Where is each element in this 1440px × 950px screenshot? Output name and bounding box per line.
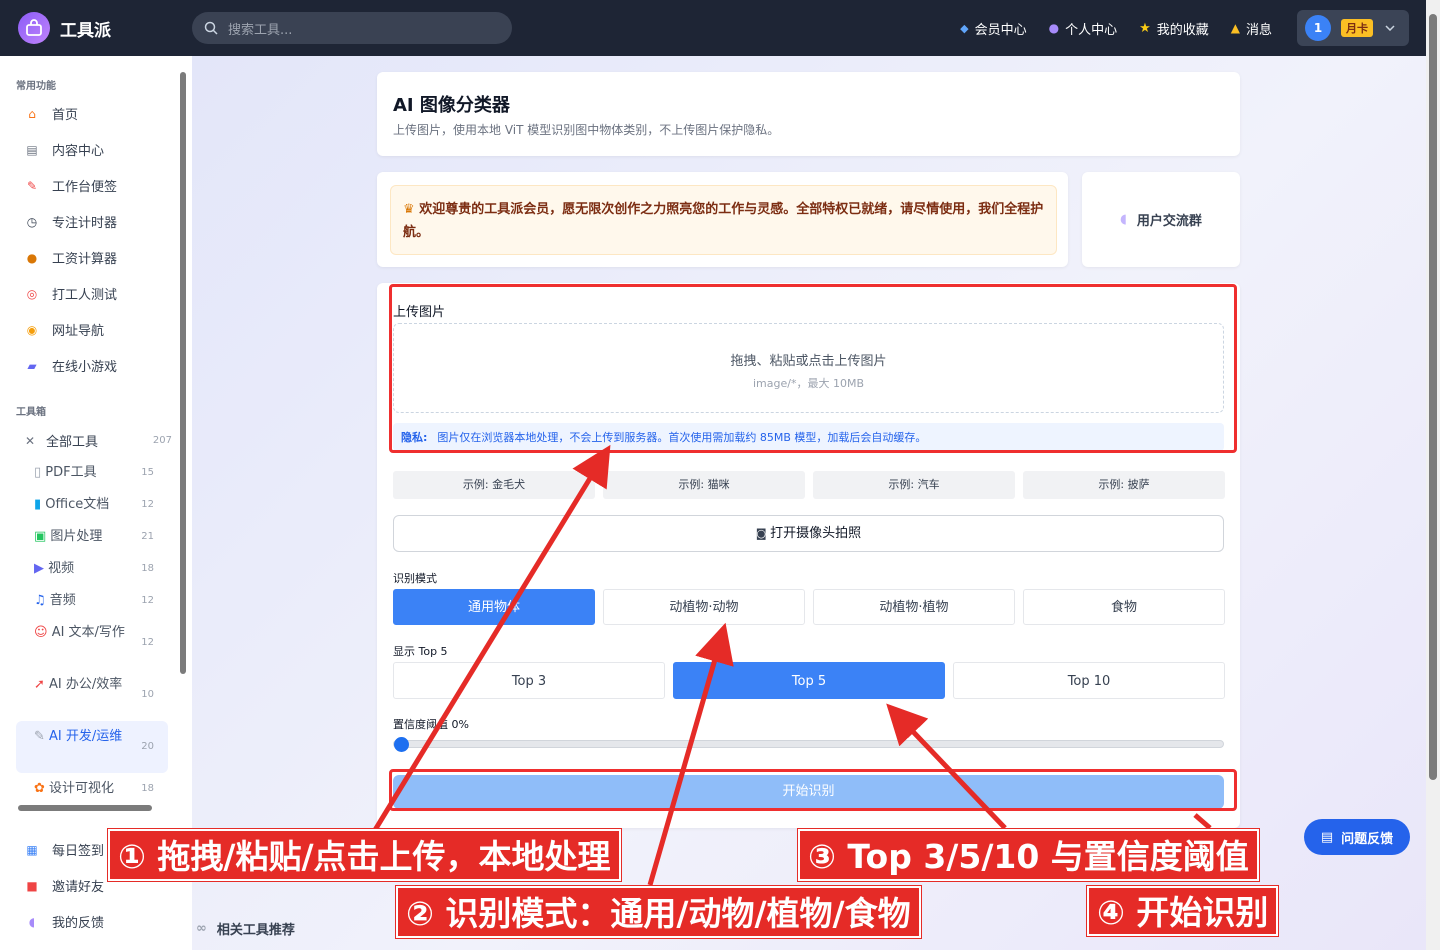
annotation-label-start: ④ 开始识别: [1087, 886, 1279, 936]
annotation-label-upload: ① 拖拽/粘贴/点击上传，本地处理: [108, 829, 621, 881]
annotation-label-mode: ② 识别模式：通用/动物/植物/食物: [396, 886, 921, 938]
annotation-label-topn: ③ Top 3/5/10 与置信度阈值: [798, 829, 1259, 881]
annotation-arrows: [372, 444, 1212, 886]
